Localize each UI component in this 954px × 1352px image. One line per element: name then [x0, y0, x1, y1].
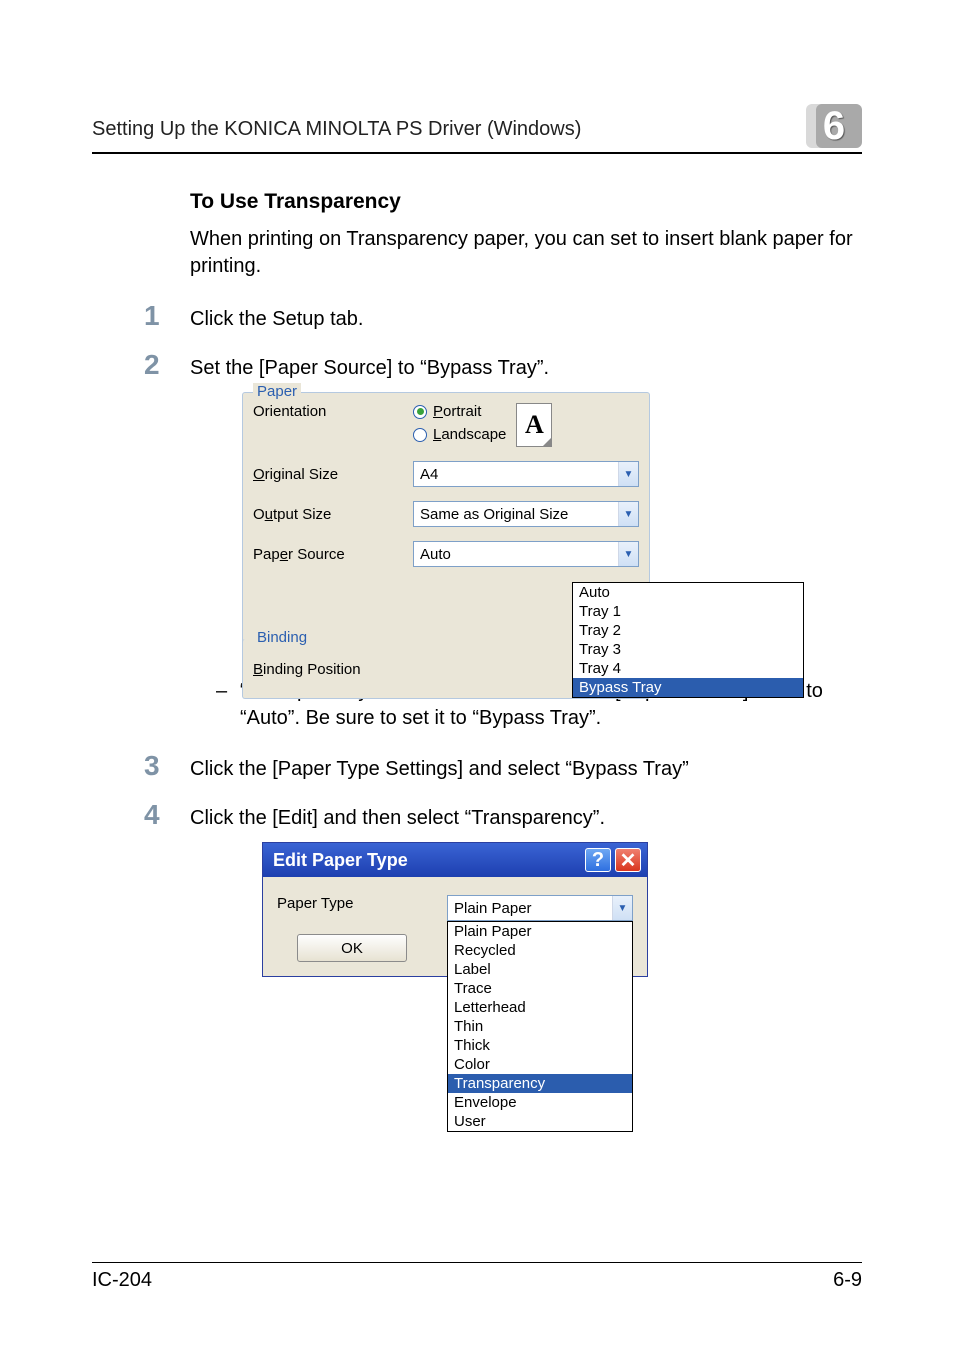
dialog-container: Edit Paper Type ? ✕ Paper Type OK	[262, 842, 648, 977]
paper-type-value: Plain Paper	[454, 900, 532, 917]
orientation-row: Orientation Portrait Landscap	[253, 403, 639, 447]
header-title: Setting Up the KONICA MINOLTA PS Driver …	[92, 118, 581, 141]
radio-unchecked-icon	[413, 428, 427, 442]
orientation-label: Orientation	[253, 403, 413, 420]
output-size-row: Output Size Same as Original Size ▼	[253, 501, 639, 527]
orientation-options: Portrait Landscape A	[413, 403, 639, 447]
footer-right: 6-9	[833, 1269, 862, 1292]
dialog-right-column: Plain Paper ▼ Plain Paper Recycled Label…	[447, 895, 633, 921]
original-size-value: A4	[420, 466, 438, 483]
step-2-text: Set the [Paper Source] to “Bypass Tray”.	[190, 355, 854, 382]
step-4: 4 Click the [Edit] and then select “Tran…	[190, 805, 854, 977]
paper-source-option[interactable]: Tray 2	[573, 621, 803, 640]
output-size-combo[interactable]: Same as Original Size ▼	[413, 501, 639, 527]
paper-source-dropdown[interactable]: Auto Tray 1 Tray 2 Tray 3 Tray 4 Bypass …	[572, 582, 804, 698]
step-4-text: Click the [Edit] and then select “Transp…	[190, 805, 854, 832]
paper-type-option[interactable]: Label	[448, 960, 632, 979]
step-1-text: Click the Setup tab.	[190, 306, 854, 333]
paper-source-option[interactable]: Tray 4	[573, 659, 803, 678]
figure1-container: Paper Orientation Portrait	[242, 392, 650, 656]
step-1-number: 1	[144, 300, 160, 332]
ok-label: OK	[341, 940, 363, 957]
portrait-label-rest: ortrait	[443, 403, 481, 420]
titlebar-buttons: ? ✕	[585, 848, 641, 872]
step-4-number: 4	[144, 799, 160, 831]
paper-type-dropdown[interactable]: Plain Paper Recycled Label Trace Letterh…	[447, 921, 633, 1132]
step-2-number: 2	[144, 349, 160, 381]
dash-bullet: –	[216, 678, 240, 732]
ok-button[interactable]: OK	[297, 934, 407, 962]
orientation-glyph: A	[525, 410, 544, 440]
output-size-value: Same as Original Size	[420, 506, 568, 523]
paper-type-option[interactable]: Trace	[448, 979, 632, 998]
step-2: 2 Set the [Paper Source] to “Bypass Tray…	[190, 355, 854, 656]
paper-type-option[interactable]: Plain Paper	[448, 922, 632, 941]
groupbox-paper-legend: Paper	[253, 383, 301, 400]
page-corner-icon	[542, 437, 552, 447]
paper-source-row: Paper Source Auto ▼	[253, 541, 639, 567]
paper-source-option-selected[interactable]: Bypass Tray	[573, 678, 803, 697]
dialog-left-column: Paper Type OK	[277, 895, 427, 962]
paper-type-option[interactable]: Thick	[448, 1036, 632, 1055]
dialog-body: Paper Type OK Plain Paper ▼ Plain Paper	[263, 877, 647, 976]
help-button[interactable]: ?	[585, 848, 611, 872]
paper-type-option[interactable]: Color	[448, 1055, 632, 1074]
paper-type-option[interactable]: Thin	[448, 1017, 632, 1036]
close-button[interactable]: ✕	[615, 848, 641, 872]
radio-checked-icon	[413, 405, 427, 419]
chapter-number: 6	[823, 104, 845, 149]
paper-type-option[interactable]: Envelope	[448, 1093, 632, 1112]
step-1: 1 Click the Setup tab.	[190, 306, 854, 333]
original-size-combo[interactable]: A4 ▼	[413, 461, 639, 487]
chapter-badge: 6	[806, 104, 862, 148]
groupbox-binding-legend: Binding	[253, 629, 311, 646]
portrait-radio[interactable]: Portrait	[413, 403, 506, 420]
chevron-down-icon: ▼	[618, 542, 638, 566]
landscape-radio[interactable]: Landscape	[413, 426, 506, 443]
footer-row: IC-204 6-9	[92, 1269, 862, 1292]
paper-type-option[interactable]: Recycled	[448, 941, 632, 960]
paper-source-combo[interactable]: Auto ▼	[413, 541, 639, 567]
paper-type-option[interactable]: User	[448, 1112, 632, 1131]
orientation-radio-column: Portrait Landscape	[413, 403, 506, 447]
original-size-row: Original Size A4 ▼	[253, 461, 639, 487]
footer-rule	[92, 1262, 862, 1263]
header-rule	[92, 152, 862, 154]
content: To Use Transparency When printing on Tra…	[190, 190, 854, 999]
section-intro: When printing on Transparency paper, you…	[190, 226, 854, 280]
chevron-down-icon: ▼	[618, 462, 638, 486]
help-icon: ?	[592, 849, 604, 872]
header-row: Setting Up the KONICA MINOLTA PS Driver …	[92, 118, 862, 148]
paper-type-option-selected[interactable]: Transparency	[448, 1074, 632, 1093]
chevron-down-icon: ▼	[618, 502, 638, 526]
paper-source-value: Auto	[420, 546, 451, 563]
original-size-label: Original Size	[253, 466, 413, 483]
dialog-edit-paper-type: Edit Paper Type ? ✕ Paper Type OK	[262, 842, 648, 977]
paper-source-option[interactable]: Auto	[573, 583, 803, 602]
section-heading: To Use Transparency	[190, 190, 854, 214]
page-header: Setting Up the KONICA MINOLTA PS Driver …	[92, 118, 862, 154]
dialog-titlebar: Edit Paper Type ? ✕	[263, 843, 647, 877]
step-3: 3 Click the [Paper Type Settings] and se…	[190, 756, 854, 783]
paper-type-combo[interactable]: Plain Paper ▼	[447, 895, 633, 921]
paper-source-option[interactable]: Tray 1	[573, 602, 803, 621]
paper-type-label: Paper Type	[277, 895, 427, 912]
binding-position-label: Binding Position	[253, 661, 413, 678]
paper-source-label: Paper Source	[253, 546, 413, 563]
chevron-down-icon: ▼	[612, 896, 632, 920]
step-3-number: 3	[144, 750, 160, 782]
paper-source-option[interactable]: Tray 3	[573, 640, 803, 659]
figure-edit-paper-type: Edit Paper Type ? ✕ Paper Type OK	[262, 842, 854, 977]
page: Setting Up the KONICA MINOLTA PS Driver …	[0, 0, 954, 1352]
close-icon: ✕	[620, 848, 637, 873]
step-3-text: Click the [Paper Type Settings] and sele…	[190, 756, 854, 783]
paper-type-option[interactable]: Letterhead	[448, 998, 632, 1017]
output-size-label: Output Size	[253, 506, 413, 523]
dialog-title: Edit Paper Type	[273, 850, 408, 871]
landscape-label-rest: andscape	[441, 426, 506, 443]
page-footer: IC-204 6-9	[92, 1262, 862, 1292]
orientation-preview-icon: A	[516, 403, 552, 447]
footer-left: IC-204	[92, 1269, 152, 1292]
figure-paper-group: Paper Orientation Portrait	[242, 392, 854, 656]
